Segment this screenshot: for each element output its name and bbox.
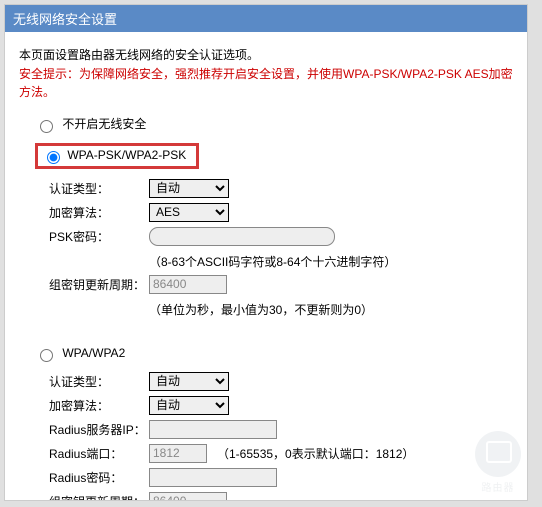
psk-highlight: WPA-PSK/WPA2-PSK (35, 143, 199, 169)
option-none[interactable]: 不开启无线安全 (35, 115, 513, 133)
radius-port-hint: （1-65535，0表示默认端口：1812） (217, 445, 414, 462)
content-area: 本页面设置路由器无线网络的安全认证选项。 安全提示：为保障网络安全，强烈推荐开启… (5, 32, 527, 501)
wpa-block: 认证类型： 自动 加密算法： 自动 Radius服务器IP： Radius端口：… (49, 372, 513, 501)
label-radius-pw: Radius密码： (49, 469, 149, 486)
radio-psk[interactable] (47, 151, 60, 164)
watermark: 路由器 (475, 431, 521, 494)
psk-rekey-input[interactable] (149, 275, 227, 294)
psk-password-hint: （8-63个ASCII码字符或8-64个十六进制字符） (149, 251, 513, 270)
label-pskpw: PSK密码： (49, 228, 149, 245)
psk-auth-select[interactable]: 自动 (149, 179, 229, 198)
radio-none-label: 不开启无线安全 (62, 117, 146, 131)
security-warning: 安全提示：为保障网络安全，强烈推荐开启安全设置，并使用WPA-PSK/WPA2-… (19, 65, 513, 101)
radius-port-input[interactable] (149, 444, 207, 463)
option-wpa[interactable]: WPA/WPA2 (35, 346, 513, 362)
wpa-auth-select[interactable]: 自动 (149, 372, 229, 391)
radio-psk-label: WPA-PSK/WPA2-PSK (67, 148, 186, 162)
radio-none[interactable] (40, 120, 53, 133)
label-enc: 加密算法： (49, 204, 149, 221)
label-wpa-enc: 加密算法： (49, 397, 149, 414)
label-wpa-auth: 认证类型： (49, 373, 149, 390)
settings-window: 无线网络安全设置 本页面设置路由器无线网络的安全认证选项。 安全提示：为保障网络… (4, 4, 528, 501)
window-title: 无线网络安全设置 (5, 5, 527, 32)
radius-pw-input[interactable] (149, 468, 277, 487)
radius-ip-input[interactable] (149, 420, 277, 439)
option-psk[interactable]: WPA-PSK/WPA2-PSK (35, 143, 513, 169)
intro-text: 本页面设置路由器无线网络的安全认证选项。 (19, 46, 513, 63)
wpa-rekey-input[interactable] (149, 492, 227, 501)
radio-wpa[interactable] (40, 349, 53, 362)
label-rekey: 组密钥更新周期： (49, 276, 149, 293)
label-auth: 认证类型： (49, 180, 149, 197)
wpa-enc-select[interactable]: 自动 (149, 396, 229, 415)
psk-password-input[interactable] (149, 227, 335, 246)
label-radius-ip: Radius服务器IP： (49, 421, 149, 438)
label-radius-port: Radius端口： (49, 445, 149, 462)
router-icon (475, 431, 521, 477)
watermark-text: 路由器 (475, 479, 521, 494)
label-wpa-rekey: 组密钥更新周期： (49, 493, 149, 501)
radio-wpa-label: WPA/WPA2 (62, 346, 125, 360)
psk-enc-select[interactable]: AES (149, 203, 229, 222)
psk-rekey-hint: （单位为秒，最小值为30，不更新则为0） (149, 299, 513, 318)
psk-block: 认证类型： 自动 加密算法： AES PSK密码： （8-63个ASCII码字符… (49, 179, 513, 318)
